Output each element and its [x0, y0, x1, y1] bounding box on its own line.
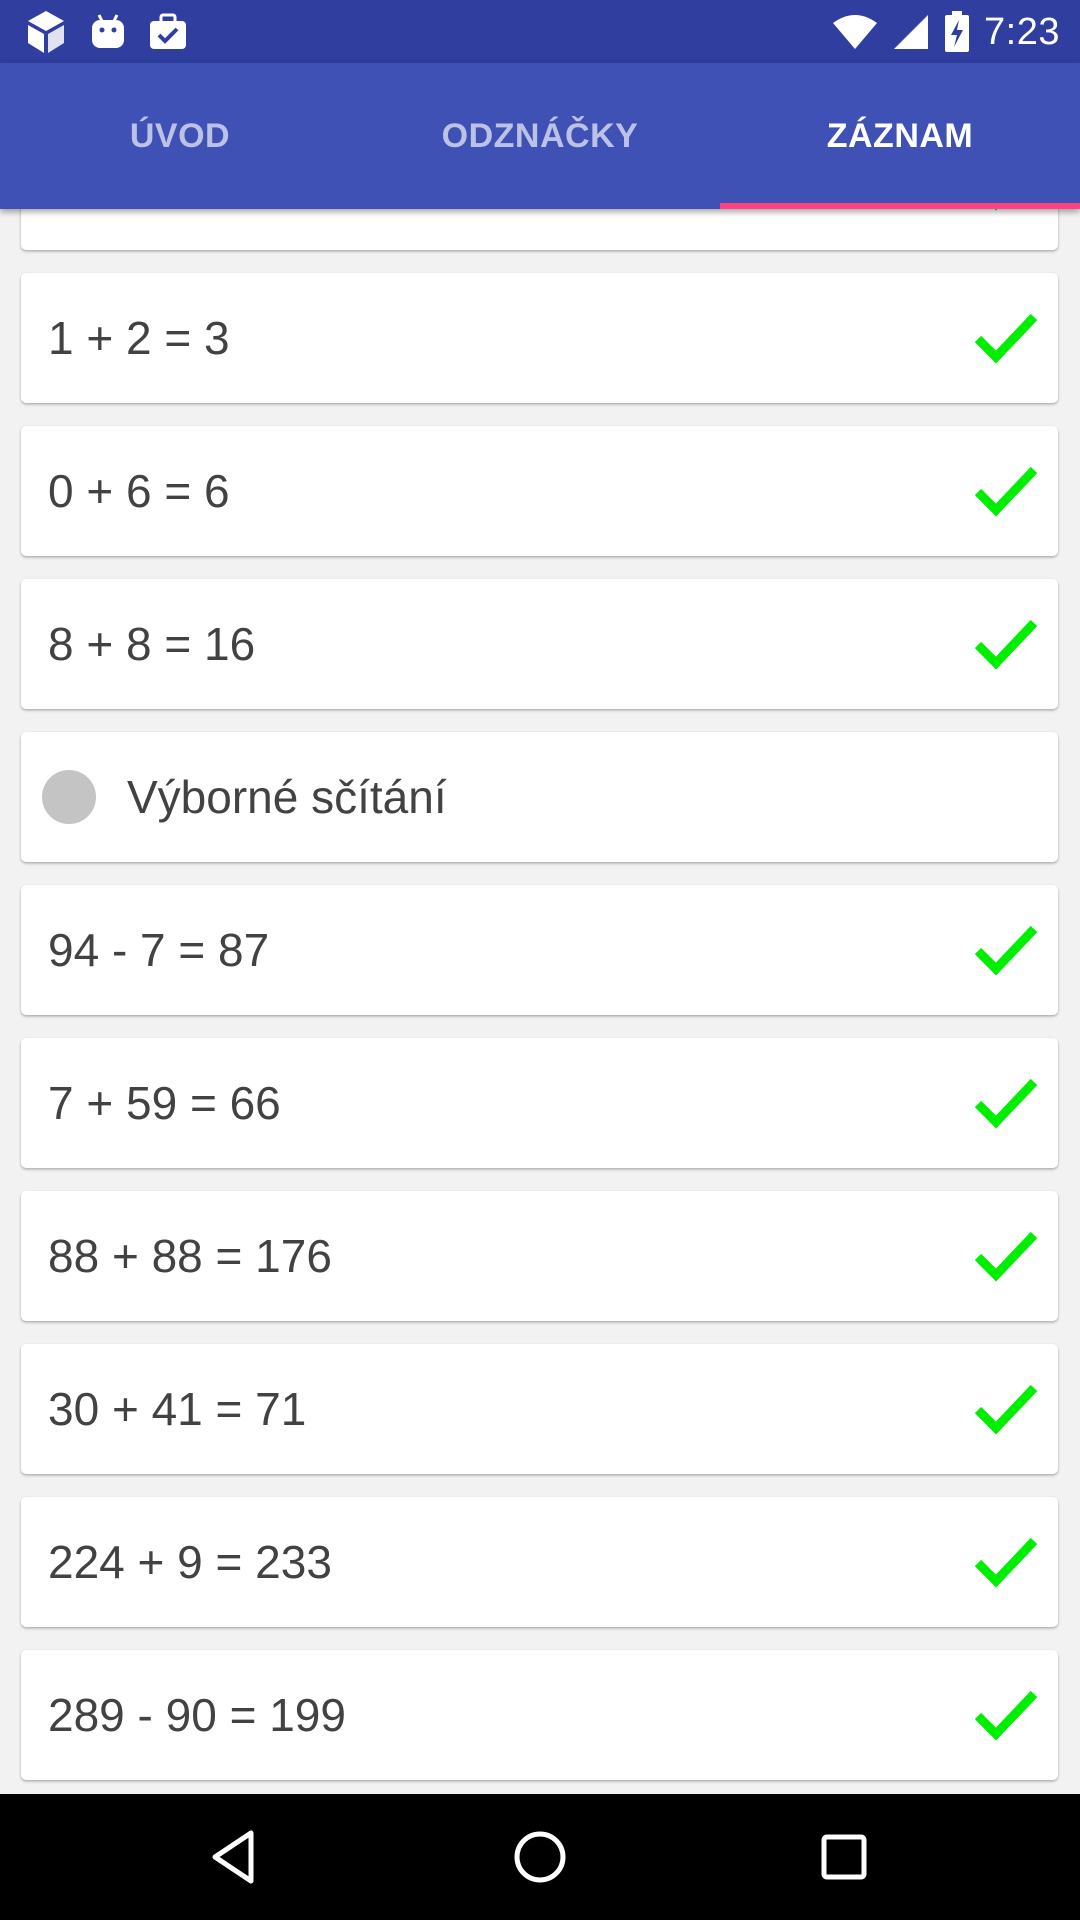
check-icon — [974, 1690, 1038, 1741]
badge-name: Výborné sčítání — [127, 771, 447, 823]
problem-record-card[interactable]: 224 + 9 = 233 — [21, 1497, 1058, 1627]
problem-record-card[interactable]: 15 + 3 = 18 — [21, 209, 1058, 250]
problem-text: 1 + 2 = 3 — [48, 312, 230, 364]
wifi-icon — [832, 13, 878, 51]
record-list[interactable]: 15 + 3 = 18 1 + 2 = 3 0 + 6 = 6 8 + 8 = 16 V… — [0, 209, 1080, 1794]
problem-record-card[interactable]: 0 + 6 = 6 — [21, 426, 1058, 556]
check-icon — [974, 1231, 1038, 1282]
tab-uvod[interactable]: ÚVOD — [0, 63, 360, 209]
check-icon — [974, 925, 1038, 976]
android-icon — [90, 12, 126, 52]
check-icon — [974, 1384, 1038, 1435]
status-bar-left — [24, 8, 188, 56]
problem-record-card[interactable]: 8 + 8 = 16 — [21, 579, 1058, 709]
back-icon[interactable] — [205, 1827, 265, 1887]
check-icon — [974, 1537, 1038, 1588]
app-logo-icon — [24, 9, 68, 55]
problem-text: 224 + 9 = 233 — [48, 1536, 332, 1588]
check-icon — [974, 1078, 1038, 1129]
problem-text: 88 + 88 = 176 — [48, 1230, 332, 1282]
check-icon — [974, 619, 1038, 670]
signal-icon — [892, 13, 930, 51]
recents-icon[interactable] — [814, 1827, 874, 1887]
problem-record-card[interactable]: 88 + 88 = 176 — [21, 1191, 1058, 1321]
problem-record-card[interactable]: 7 + 59 = 66 — [21, 1038, 1058, 1168]
problem-record-card[interactable]: 30 + 41 = 71 — [21, 1344, 1058, 1474]
problem-text: 7 + 59 = 66 — [48, 1077, 281, 1129]
problem-text: 94 - 7 = 87 — [48, 924, 270, 976]
check-icon — [974, 313, 1038, 364]
badge-circle-icon — [42, 770, 96, 824]
problem-text: 0 + 6 = 6 — [48, 465, 230, 517]
badge-record-card[interactable]: Výborné sčítání — [21, 732, 1058, 862]
tab-bar: ÚVOD ODZNÁČKY ZÁZNAM — [0, 63, 1080, 209]
briefcase-check-icon — [148, 12, 188, 52]
active-tab-indicator — [720, 203, 1080, 209]
navigation-bar — [0, 1794, 1080, 1920]
problem-text: 289 - 90 = 199 — [48, 1689, 346, 1741]
home-icon[interactable] — [510, 1827, 570, 1887]
problem-text: 30 + 41 = 71 — [48, 1383, 307, 1435]
problem-text: 15 + 3 = 18 — [48, 209, 281, 250]
problem-record-card[interactable]: 1 + 2 = 3 — [21, 273, 1058, 403]
status-bar-right: 7:23 — [832, 8, 1060, 56]
check-icon — [994, 209, 998, 211]
problem-text: 8 + 8 = 16 — [48, 618, 256, 670]
status-time: 7:23 — [984, 10, 1060, 53]
tab-zaznam[interactable]: ZÁZNAM — [720, 63, 1080, 209]
check-icon — [974, 466, 1038, 517]
problem-record-card[interactable]: 289 - 90 = 199 — [21, 1650, 1058, 1780]
battery-charging-icon — [944, 11, 970, 53]
status-bar: 7:23 — [0, 0, 1080, 63]
tab-odznacky[interactable]: ODZNÁČKY — [360, 63, 720, 209]
problem-record-card[interactable]: 94 - 7 = 87 — [21, 885, 1058, 1015]
